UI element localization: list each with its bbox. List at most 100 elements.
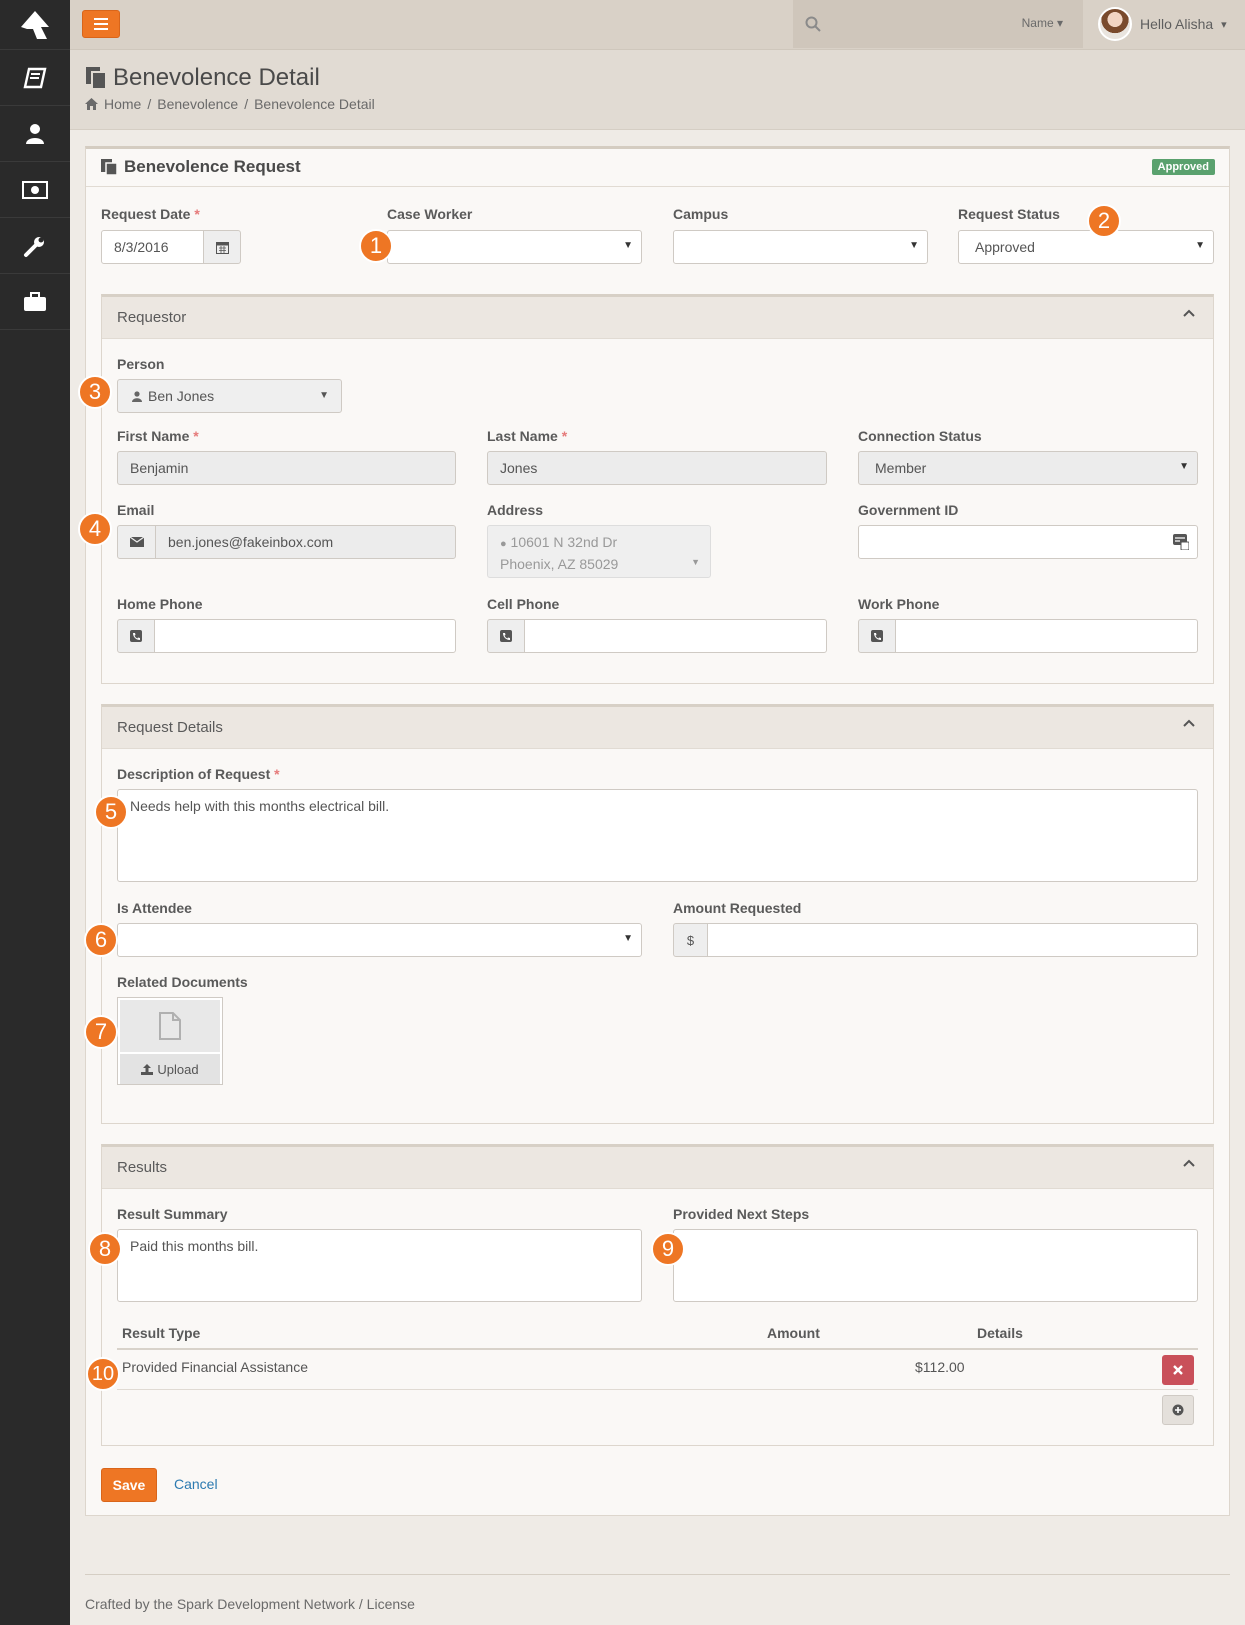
phone-icon <box>500 630 512 642</box>
campus-select[interactable]: ▼ <box>673 230 928 264</box>
phone-icon <box>130 630 142 642</box>
requestor-panel-heading[interactable]: Requestor <box>102 297 1213 339</box>
delete-row-button[interactable] <box>1162 1355 1194 1385</box>
home-phone-label: Home Phone <box>117 596 203 612</box>
chevron-up-icon[interactable] <box>1183 1159 1195 1167</box>
cell-phone-input[interactable] <box>524 619 827 653</box>
row-amount: $112.00 <box>915 1359 965 1375</box>
file-uploader: Upload <box>117 997 223 1085</box>
work-phone-input[interactable] <box>895 619 1198 653</box>
chevron-up-icon[interactable] <box>1183 309 1195 317</box>
address-picker[interactable]: ● 10601 N 32nd Dr Phoenix, AZ 85029 ▼ <box>487 525 711 578</box>
home-icon <box>85 98 98 110</box>
row-result-type: Provided Financial Assistance <box>122 1359 308 1375</box>
id-card-icon <box>1173 534 1189 550</box>
search-filter-label: Name <box>1021 16 1054 30</box>
hamburger-icon <box>94 18 108 30</box>
panel-title: Benevolence Request <box>100 157 301 177</box>
result-summary-textarea[interactable]: Paid this months bill. <box>117 1229 642 1302</box>
last-name-input[interactable]: Jones <box>487 451 827 485</box>
person-label: Person <box>117 356 165 372</box>
is-attendee-select[interactable]: ▼ <box>117 923 642 957</box>
email-input[interactable]: ben.jones@fakeinbox.com <box>155 525 456 559</box>
select-caret-icon: ▼ <box>623 240 633 251</box>
callout-1: 1 <box>359 229 393 263</box>
request-date-input[interactable]: 8/3/2016 <box>101 230 204 264</box>
callout-3: 3 <box>78 375 112 409</box>
search-icon <box>805 16 821 32</box>
requestor-title: Requestor <box>117 309 187 326</box>
copy-icon <box>86 67 107 90</box>
amount-requested-input[interactable] <box>707 923 1198 957</box>
status-badge: Approved <box>1151 159 1215 175</box>
request-details-panel-heading[interactable]: Request Details <box>102 707 1213 749</box>
next-steps-label: Provided Next Steps <box>673 1206 810 1222</box>
column-details: Details <box>977 1325 1023 1341</box>
cancel-link[interactable]: Cancel <box>174 1476 218 1492</box>
callout-6: 6 <box>84 923 118 957</box>
menu-toggle-button[interactable] <box>82 10 120 38</box>
first-name-label: First Name * <box>117 428 199 444</box>
breadcrumb-home[interactable]: Home <box>104 96 141 112</box>
description-label: Description of Request * <box>117 766 280 782</box>
currency-addon: $ <box>673 923 708 957</box>
search-bar[interactable]: Name ▾ <box>793 0 1083 48</box>
upload-label: Upload <box>157 1061 199 1077</box>
sidebar-item-admin[interactable] <box>0 274 70 330</box>
chevron-up-icon[interactable] <box>1183 719 1195 727</box>
sidebar-item-content[interactable] <box>0 50 70 106</box>
address-line1: 10601 N 32nd Dr <box>510 534 618 550</box>
panel-heading: Benevolence Request Approved <box>86 149 1229 187</box>
plus-circle-icon <box>1172 1404 1184 1416</box>
page-header: Benevolence Detail Home / Benevolence / Be… <box>70 50 1245 130</box>
description-textarea[interactable]: Needs help with this months electrical b… <box>117 789 1198 882</box>
person-value: Ben Jones <box>148 388 215 404</box>
amount-requested-label: Amount Requested <box>673 900 802 916</box>
phone-icon <box>871 630 883 642</box>
callout-7: 7 <box>84 1015 118 1049</box>
money-icon <box>22 180 48 199</box>
chevron-down-icon: ▾ <box>1221 18 1227 31</box>
add-row-button[interactable] <box>1162 1395 1194 1425</box>
callout-10: 10 <box>86 1357 120 1391</box>
breadcrumb-benevolence[interactable]: Benevolence <box>157 96 238 112</box>
calendar-button[interactable] <box>203 230 241 264</box>
user-icon <box>132 390 142 402</box>
save-button[interactable]: Save <box>101 1468 157 1502</box>
table-row: Provided Financial Assistance $112.00 <box>117 1350 1198 1390</box>
related-documents-label: Related Documents <box>117 974 248 990</box>
cell-phone-addon <box>487 619 525 653</box>
first-name-input[interactable]: Benjamin <box>117 451 456 485</box>
connection-status-label: Connection Status <box>858 428 982 444</box>
panel-title-text: Benevolence Request <box>124 157 301 176</box>
book-icon <box>23 67 47 88</box>
results-table-header: Result Type Amount Details <box>117 1318 1198 1350</box>
callout-8: 8 <box>88 1232 122 1266</box>
results-panel-heading[interactable]: Results <box>102 1147 1213 1189</box>
request-status-select[interactable]: Approved ▼ <box>958 230 1214 264</box>
user-icon <box>26 123 44 144</box>
government-id-input[interactable] <box>858 525 1198 559</box>
home-phone-input[interactable] <box>154 619 456 653</box>
work-phone-label: Work Phone <box>858 596 940 612</box>
search-filter-dropdown[interactable]: Name ▾ <box>1022 16 1063 30</box>
callout-2: 2 <box>1087 204 1121 238</box>
user-menu[interactable]: Hello Alisha ▾ <box>1098 0 1227 48</box>
sidebar-item-tools[interactable] <box>0 218 70 274</box>
caret-down-icon: ▼ <box>319 390 329 401</box>
next-steps-textarea[interactable] <box>673 1229 1198 1302</box>
email-label: Email <box>117 502 155 518</box>
breadcrumb-current: Benevolence Detail <box>254 96 375 112</box>
sidebar <box>0 0 70 1625</box>
sidebar-item-finance[interactable] <box>0 162 70 218</box>
case-worker-select[interactable]: ▼ <box>387 230 642 264</box>
rock-logo[interactable] <box>0 0 70 50</box>
file-preview <box>120 1000 220 1052</box>
sidebar-item-people[interactable] <box>0 106 70 162</box>
person-picker[interactable]: Ben Jones ▼ <box>117 379 342 413</box>
upload-button[interactable]: Upload <box>120 1054 220 1084</box>
request-status-label: Request Status <box>958 206 1060 222</box>
copy-icon <box>101 159 118 176</box>
connection-status-select[interactable]: Member ▼ <box>858 451 1198 485</box>
callout-4: 4 <box>78 512 112 546</box>
